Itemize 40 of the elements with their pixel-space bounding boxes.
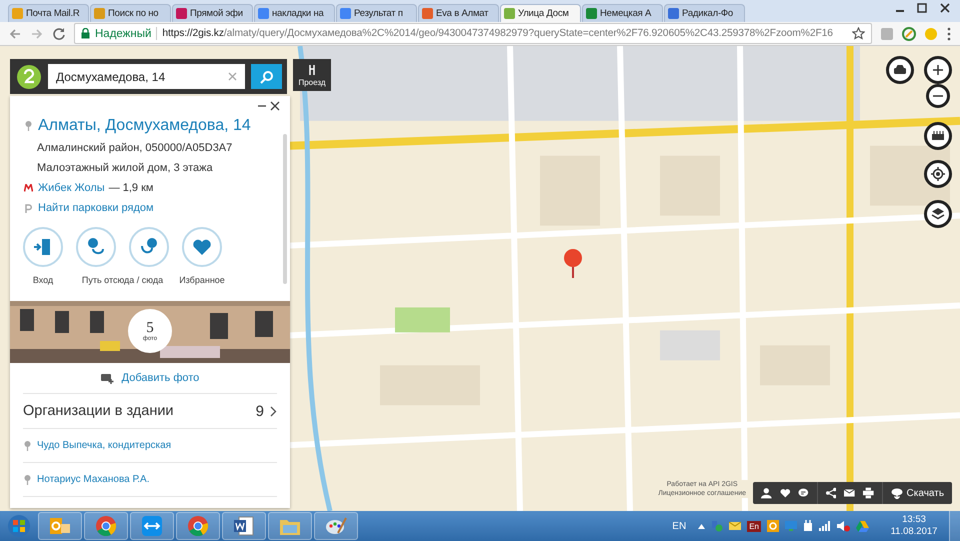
browser-tab[interactable]: Немецкая А (582, 4, 663, 22)
arrows-icon (141, 515, 163, 537)
menu-icon[interactable] (946, 26, 952, 40)
security-label: Надежный (95, 28, 152, 40)
outlook-taskbar-button[interactable] (38, 512, 82, 540)
browser-icon (187, 515, 209, 537)
clock[interactable]: 13:53 11.08.2017 (885, 514, 943, 538)
maximize-icon[interactable] (916, 3, 928, 13)
browser-tab[interactable]: Радикал-Фо (664, 4, 745, 22)
browser-tab[interactable]: накладки на (254, 4, 335, 22)
browser-icon (95, 515, 117, 537)
plug-icon[interactable] (803, 520, 813, 532)
reload-icon[interactable] (52, 26, 66, 40)
chrome-taskbar-button[interactable] (84, 512, 128, 540)
browser-tab[interactable]: Прямой эфи (172, 4, 253, 22)
address-field[interactable]: Надежный https://2gis.kz/almaty/query/Досмухамедова%2C%2014/geo/9430047374982979?queryState=center%2F76.920605%2C43.259378%2Fzoom%2F16 (74, 23, 872, 44)
back-icon[interactable] (8, 26, 22, 40)
extension-icon[interactable] (902, 26, 916, 40)
palette-icon (325, 515, 347, 537)
url-text: https://2gis.kz/almaty/query/Досмухамедова%2C%2014/geo/9430047374982979?queryState=center%2F76.920605%2C43.259378%2Fzoom%2F16 (162, 28, 833, 39)
document-icon (233, 515, 255, 537)
dictionary-tray-button[interactable]: En (747, 520, 761, 532)
star-icon[interactable] (852, 27, 865, 40)
windows-logo-icon (7, 514, 31, 538)
word-taskbar-button[interactable] (222, 512, 266, 540)
volume-muted-icon[interactable] (837, 520, 850, 532)
browser-tab[interactable]: Почта Mail.R (8, 4, 89, 22)
mail-app-icon (49, 516, 71, 536)
drive-icon[interactable] (856, 520, 869, 532)
browser-tab[interactable]: Улица Досм (500, 4, 581, 22)
signal-icon[interactable] (819, 521, 831, 531)
browser-tab[interactable]: Результат п (336, 4, 417, 22)
lock-icon (81, 28, 90, 39)
teamviewer-taskbar-button[interactable] (130, 512, 174, 540)
paint-taskbar-button[interactable] (314, 512, 358, 540)
language-indicator[interactable]: EN (672, 520, 686, 532)
browser-tab[interactable]: Поиск по но (90, 4, 171, 22)
browser-tab[interactable]: Eva в Алмат (418, 4, 499, 22)
show-hidden-icons-icon[interactable] (698, 524, 706, 528)
close-icon[interactable] (938, 3, 952, 13)
